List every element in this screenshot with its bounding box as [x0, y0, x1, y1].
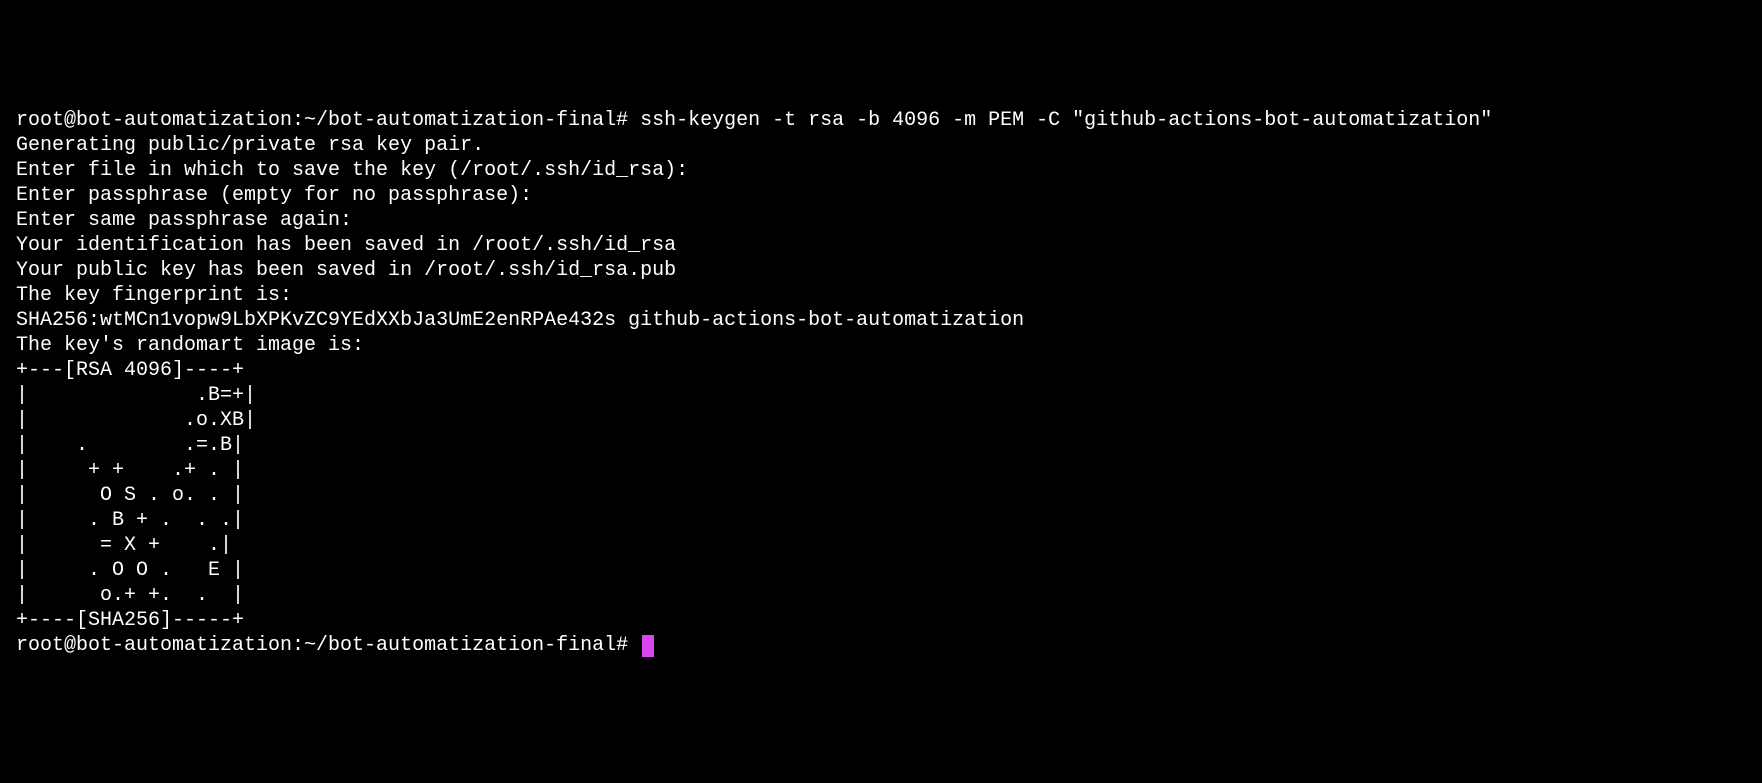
- cursor-icon: [642, 635, 654, 657]
- terminal-line: | = X + .|: [16, 533, 1746, 558]
- terminal-line: +---[RSA 4096]----+: [16, 358, 1746, 383]
- terminal-output: root@bot-automatization:~/bot-automatiza…: [16, 108, 1746, 658]
- terminal-line: Your identification has been saved in /r…: [16, 233, 1746, 258]
- terminal-line: Enter file in which to save the key (/ro…: [16, 158, 1746, 183]
- terminal-line: | .B=+|: [16, 383, 1746, 408]
- terminal-line: | . .=.B|: [16, 433, 1746, 458]
- terminal-line: The key fingerprint is:: [16, 283, 1746, 308]
- terminal-line: | o.+ +. . |: [16, 583, 1746, 608]
- terminal-line: Enter passphrase (empty for no passphras…: [16, 183, 1746, 208]
- terminal-prompt: root@bot-automatization:~/bot-automatiza…: [16, 634, 640, 657]
- terminal-line: +----[SHA256]-----+: [16, 608, 1746, 633]
- terminal-line: The key's randomart image is:: [16, 333, 1746, 358]
- terminal-prompt-line[interactable]: root@bot-automatization:~/bot-automatiza…: [16, 633, 1746, 658]
- terminal-line: root@bot-automatization:~/bot-automatiza…: [16, 108, 1746, 133]
- terminal-line: | O S . o. . |: [16, 483, 1746, 508]
- terminal-line: | .o.XB|: [16, 408, 1746, 433]
- terminal-line: Enter same passphrase again:: [16, 208, 1746, 233]
- terminal-line: | . B + . . .|: [16, 508, 1746, 533]
- terminal-line: | . O O . E |: [16, 558, 1746, 583]
- terminal-line: Generating public/private rsa key pair.: [16, 133, 1746, 158]
- terminal-line: | + + .+ . |: [16, 458, 1746, 483]
- terminal-line: SHA256:wtMCn1vopw9LbXPKvZC9YEdXXbJa3UmE2…: [16, 308, 1746, 333]
- terminal-line: Your public key has been saved in /root/…: [16, 258, 1746, 283]
